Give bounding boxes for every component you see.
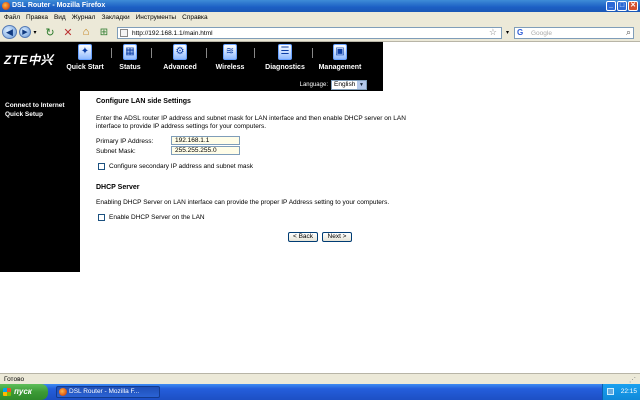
lan-description: Enter the ADSL router IP address and sub… (96, 115, 406, 130)
window-titlebar: DSL Router - Mozilla Firefox _ □ ✕ (0, 0, 640, 12)
dhcp-title: DHCP Server (96, 184, 140, 191)
menu-edit[interactable]: Правка (26, 12, 48, 23)
stop-icon[interactable]: ✕ (61, 25, 75, 39)
nav-separator (312, 48, 313, 58)
taskbar: пуск DSL Router - Mozilla F... 22:15 (0, 384, 640, 400)
menu-help[interactable]: Справка (182, 12, 208, 23)
back-button[interactable]: < Back (288, 232, 318, 242)
close-button[interactable]: ✕ (628, 1, 638, 11)
search-placeholder: Google (531, 30, 552, 37)
nav-advanced[interactable]: ⚙ Advanced (160, 44, 200, 71)
bookmark-star-icon[interactable]: ☆ (489, 27, 497, 38)
secondary-ip-label: Configure secondary IP address and subne… (109, 163, 254, 170)
nav-separator (111, 48, 112, 58)
google-icon[interactable]: G (517, 28, 526, 38)
minimize-button[interactable]: _ (606, 1, 616, 11)
firefox-icon (59, 388, 67, 396)
status-bar: Готово ⋰ (0, 373, 640, 384)
management-icon: ▣ (333, 44, 347, 60)
ip-address-input[interactable]: 192.168.1.1 (171, 136, 240, 145)
secondary-ip-checkbox[interactable] (98, 163, 105, 170)
dhcp-description: Enabling DHCP Server on LAN interface ca… (96, 199, 390, 206)
address-bar[interactable]: http://192.168.1.1/main.html ☆ (117, 27, 502, 39)
home-icon[interactable]: ⌂ (79, 25, 93, 39)
resize-grip-icon[interactable]: ⋰ (629, 376, 636, 384)
window-title: DSL Router - Mozilla Firefox (12, 2, 106, 9)
subnet-mask-input[interactable]: 255.255.255.0 (171, 146, 240, 155)
web-content: ZTE中兴 ✦ Quick Start ▦ Status ⚙ Advanced … (0, 42, 640, 373)
url-text: http://192.168.1.1/main.html (132, 30, 213, 37)
start-button[interactable]: пуск (0, 384, 48, 400)
router-sidebar: Connect to Internet Quick Setup (0, 91, 80, 272)
language-bar: Language: English ▼ (0, 79, 383, 91)
url-dropdown-icon[interactable]: ▾ (503, 25, 512, 39)
reload-icon[interactable]: ↻ (43, 25, 57, 39)
enable-dhcp-checkbox[interactable] (98, 214, 105, 221)
diagnostics-icon: ☰ (278, 44, 292, 60)
lan-settings-title: Configure LAN side Settings (96, 98, 191, 105)
bookmark-add-icon[interactable]: ⊞ (97, 25, 111, 39)
advanced-icon: ⚙ (173, 44, 187, 60)
menu-view[interactable]: Вид (54, 12, 66, 23)
navigation-toolbar: ◀ ▶ ▾ ↻ ✕ ⌂ ⊞ http://192.168.1.1/main.ht… (0, 23, 640, 42)
forward-icon[interactable]: ▶ (19, 26, 31, 38)
next-button[interactable]: Next > (322, 232, 352, 242)
back-icon[interactable]: ◀ (2, 25, 17, 39)
language-select[interactable]: English ▼ (331, 80, 367, 90)
status-text: Готово (4, 376, 25, 383)
maximize-button[interactable]: □ (617, 1, 627, 11)
menu-bookmarks[interactable]: Закладки (101, 12, 129, 23)
zte-logo: ZTE中兴 (4, 53, 54, 67)
search-input[interactable]: G Google ⌕ (514, 27, 634, 39)
status-icon: ▦ (123, 44, 137, 60)
nav-separator (254, 48, 255, 58)
nav-wireless[interactable]: ≋ Wireless (213, 44, 247, 71)
subnet-mask-label: Subnet Mask: (96, 148, 136, 155)
history-dropdown-icon[interactable]: ▾ (31, 25, 39, 39)
nav-separator (206, 48, 207, 58)
enable-dhcp-label: Enable DHCP Server on the LAN (109, 214, 205, 221)
system-tray: 22:15 (602, 384, 640, 400)
nav-quick-start[interactable]: ✦ Quick Start (64, 44, 106, 71)
nav-management[interactable]: ▣ Management (317, 44, 363, 71)
menu-tools[interactable]: Инструменты (136, 12, 177, 23)
wireless-icon: ≋ (223, 44, 237, 60)
quick-start-icon: ✦ (78, 44, 92, 60)
menu-file[interactable]: Файл (4, 12, 20, 23)
page-icon (120, 29, 128, 37)
nav-status[interactable]: ▦ Status (116, 44, 144, 71)
search-icon[interactable]: ⌕ (626, 27, 631, 38)
menu-bar: Файл Правка Вид Журнал Закладки Инструме… (0, 12, 640, 23)
windows-logo-icon (3, 388, 11, 396)
language-label: Language: (299, 82, 328, 88)
chevron-down-icon: ▼ (357, 81, 366, 89)
clock: 22:15 (620, 388, 637, 395)
firefox-icon (2, 2, 10, 10)
nav-diagnostics[interactable]: ☰ Diagnostics (263, 44, 307, 71)
menu-history[interactable]: Журнал (72, 12, 96, 23)
network-icon[interactable] (607, 388, 614, 395)
ip-address-label: Primary IP Address: (96, 138, 154, 145)
sidebar-item-quick-setup[interactable]: Connect to Internet Quick Setup (5, 101, 77, 119)
taskbar-item-firefox[interactable]: DSL Router - Mozilla F... (56, 386, 160, 398)
nav-separator (151, 48, 152, 58)
